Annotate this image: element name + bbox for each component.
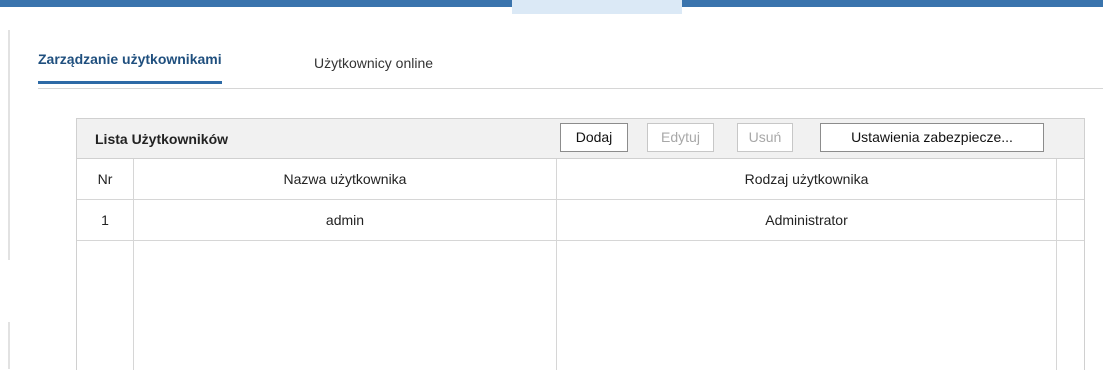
delete-button[interactable]: Usuń (737, 123, 793, 152)
cell-user-type: Administrator (765, 212, 848, 228)
top-bar-segment-right (682, 0, 1103, 7)
panel-title: Lista Użytkowników (95, 131, 229, 147)
tab-bar: Zarządzanie użytkownikami Użytkownicy on… (38, 44, 1103, 89)
cell-username: admin (325, 212, 365, 228)
user-list-panel: Lista Użytkowników Dodaj Edytuj Usuń Ust… (76, 118, 1085, 370)
top-progress-bar (0, 0, 1103, 14)
column-header-user-type: Rodzaj użytkownika (744, 171, 869, 187)
users-table: Nr Nazwa użytkownika Rodzaj użytkownika … (77, 159, 1084, 370)
top-bar-segment-highlight (512, 0, 682, 14)
left-border-line-lower (8, 322, 10, 369)
tab-online-users[interactable]: Użytkownicy online (314, 55, 433, 71)
row-divider (77, 240, 1084, 241)
tab-user-management[interactable]: Zarządzanie użytkownikami (38, 51, 222, 84)
left-border-line (8, 30, 10, 260)
column-header-nr: Nr (97, 171, 113, 187)
add-button[interactable]: Dodaj (560, 123, 628, 152)
top-bar-segment-left (0, 0, 512, 7)
cell-nr: 1 (101, 212, 109, 228)
column-divider (1056, 159, 1057, 370)
edit-button[interactable]: Edytuj (647, 123, 714, 152)
column-header-username: Nazwa użytkownika (283, 171, 407, 187)
panel-header: Lista Użytkowników Dodaj Edytuj Usuń Ust… (77, 119, 1084, 159)
security-settings-button[interactable]: Ustawienia zabezpiecze... (820, 123, 1044, 152)
